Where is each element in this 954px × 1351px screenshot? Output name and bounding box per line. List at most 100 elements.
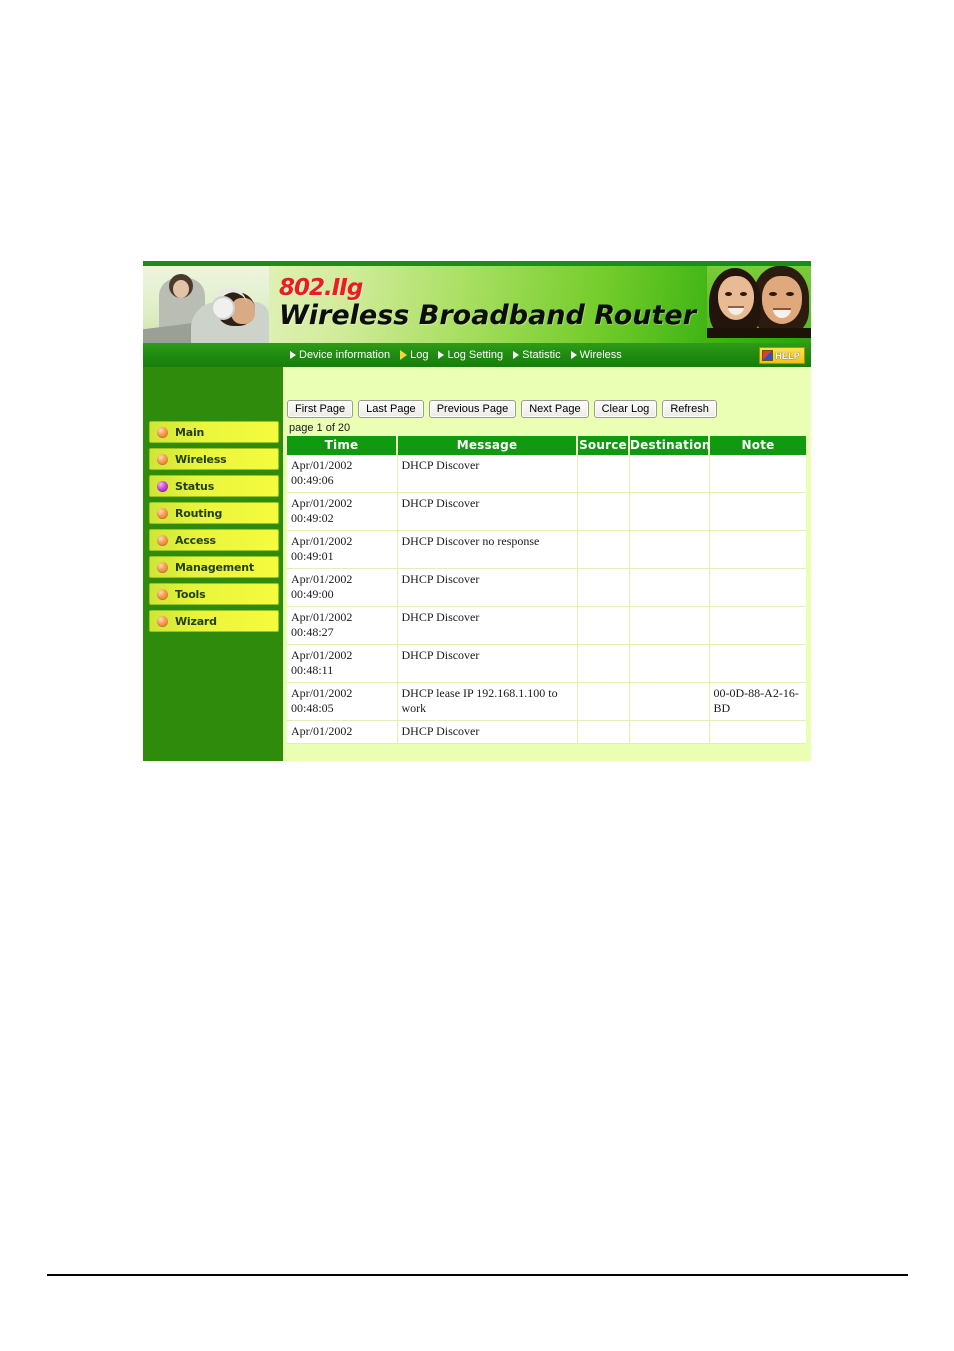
sidebar-item-access[interactable]: Access — [149, 529, 279, 551]
sidebar-item-management[interactable]: Management — [149, 556, 279, 578]
cell-destination — [629, 720, 710, 744]
table-header-row: Time Message Source Destination Note — [287, 436, 806, 455]
help-button[interactable]: HELP — [759, 347, 805, 364]
sidebar-item-main[interactable]: Main — [149, 421, 279, 443]
cell-source — [577, 606, 630, 645]
top-navigation-bar: Device information Log Log Setting Stati… — [143, 343, 811, 367]
cell-note — [709, 606, 806, 645]
cell-destination — [629, 682, 710, 721]
cell-message: DHCP Discover — [397, 606, 578, 645]
cell-time-value: 00:48:11 — [291, 663, 334, 677]
next-page-button[interactable]: Next Page — [521, 400, 589, 418]
cell-date-value: Apr/01/2002 — [291, 724, 353, 738]
bullet-icon — [157, 615, 168, 627]
help-label: HELP — [775, 350, 800, 361]
cell-note — [709, 720, 806, 744]
bullet-icon-active — [157, 480, 168, 492]
first-page-button[interactable]: First Page — [287, 400, 354, 418]
sidebar-item-wireless[interactable]: Wireless — [149, 448, 279, 470]
cell-source — [577, 530, 630, 569]
last-page-button[interactable]: Last Page — [358, 400, 424, 418]
cell-time-value: 00:48:05 — [291, 701, 334, 715]
cell-time: Apr/01/2002 00:49:06 — [287, 455, 398, 493]
cell-date-value: Apr/01/2002 — [291, 496, 353, 510]
table-row: Apr/01/2002 DHCP Discover — [287, 720, 806, 744]
arrow-right-icon — [570, 351, 577, 359]
sidebar-item-label: Tools — [175, 587, 206, 601]
cell-note — [709, 568, 806, 607]
cell-source — [577, 720, 630, 744]
cell-message: DHCP Discover no response — [397, 530, 578, 569]
column-header-note: Note — [709, 436, 806, 455]
bullet-icon — [157, 561, 168, 573]
cell-time: Apr/01/2002 — [287, 720, 398, 744]
cell-time-value: 00:48:27 — [291, 625, 334, 639]
table-row: Apr/01/2002 00:49:02 DHCP Discover — [287, 492, 806, 531]
previous-page-button[interactable]: Previous Page — [428, 400, 517, 418]
sidebar-item-label: Status — [175, 479, 215, 493]
tab-statistic[interactable]: Statistic — [508, 343, 566, 367]
log-toolbar: First Page Last Page Previous Page Next … — [287, 400, 811, 418]
column-header-source: Source — [577, 436, 630, 455]
sidebar-item-label: Routing — [175, 506, 223, 520]
tab-label: Log Setting — [447, 349, 504, 361]
cell-date-value: Apr/01/2002 — [291, 458, 353, 472]
router-admin-screenshot: 802.IIg Wireless Broadband Router Device… — [143, 261, 811, 761]
log-table-body: Apr/01/2002 00:49:06 DHCP Discover Apr/0… — [287, 455, 806, 744]
sidebar-item-tools[interactable]: Tools — [149, 583, 279, 605]
refresh-button[interactable]: Refresh — [662, 400, 717, 418]
page-footer-rule — [47, 1274, 908, 1276]
product-banner: 802.IIg Wireless Broadband Router — [143, 261, 811, 343]
column-header-destination: Destination — [629, 436, 710, 455]
arrow-right-icon — [438, 351, 445, 359]
page-indicator: page 1 of 20 — [289, 422, 351, 434]
cell-note — [709, 530, 806, 569]
cell-destination — [629, 455, 710, 493]
bullet-icon — [157, 507, 168, 519]
tab-log-setting[interactable]: Log Setting — [433, 343, 508, 367]
tab-label: Device information — [299, 349, 391, 361]
brand-standard-label: 802.IIg — [279, 275, 363, 301]
people-with-laptop-photo — [143, 266, 269, 343]
cell-date-value: Apr/01/2002 — [291, 686, 353, 700]
arrow-right-icon — [290, 351, 296, 359]
table-row: Apr/01/2002 00:48:11 DHCP Discover — [287, 644, 806, 683]
cell-message: DHCP Discover — [397, 492, 578, 531]
cell-date-value: Apr/01/2002 — [291, 648, 353, 662]
clear-log-button[interactable]: Clear Log — [593, 400, 658, 418]
cell-time-value: 00:49:00 — [291, 587, 334, 601]
cell-source — [577, 644, 630, 683]
cell-date-value: Apr/01/2002 — [291, 610, 353, 624]
tab-label: Log — [410, 349, 429, 361]
product-name-title: Wireless Broadband Router — [279, 300, 697, 331]
cell-destination — [629, 568, 710, 607]
table-row: Apr/01/2002 00:48:27 DHCP Discover — [287, 606, 806, 645]
cell-note — [709, 492, 806, 531]
top-navigation-items: Device information Log Log Setting Stati… — [285, 343, 627, 367]
cell-destination — [629, 530, 710, 569]
sidebar-item-label: Management — [175, 560, 254, 574]
cell-time: Apr/01/2002 00:48:27 — [287, 606, 398, 645]
brand-title-block: 802.IIg Wireless Broadband Router — [279, 277, 696, 331]
sidebar-menu: Main Wireless Status Routing Access Mana — [143, 367, 283, 761]
cell-source — [577, 682, 630, 721]
help-icon — [762, 350, 774, 361]
smiling-couple-photo — [707, 266, 811, 338]
cell-message: DHCP Discover — [397, 455, 578, 493]
page-body: Main Wireless Status Routing Access Mana — [143, 367, 811, 761]
sidebar-item-label: Access — [175, 533, 216, 547]
cell-date-value: Apr/01/2002 — [291, 572, 353, 586]
cell-time: Apr/01/2002 00:48:05 — [287, 682, 398, 721]
bullet-icon — [157, 426, 168, 438]
sidebar-item-status[interactable]: Status — [149, 475, 279, 497]
cell-message: DHCP lease IP 192.168.1.100 to work — [397, 682, 578, 721]
log-table: Time Message Source Destination Note Apr… — [287, 436, 806, 744]
tab-wireless[interactable]: Wireless — [566, 343, 627, 367]
sidebar-item-wizard[interactable]: Wizard — [149, 610, 279, 632]
cell-destination — [629, 606, 710, 645]
tab-device-information[interactable]: Device information — [285, 343, 395, 367]
cell-date-value: Apr/01/2002 — [291, 534, 353, 548]
tab-log[interactable]: Log — [395, 343, 433, 367]
sidebar-item-routing[interactable]: Routing — [149, 502, 279, 524]
cell-destination — [629, 492, 710, 531]
